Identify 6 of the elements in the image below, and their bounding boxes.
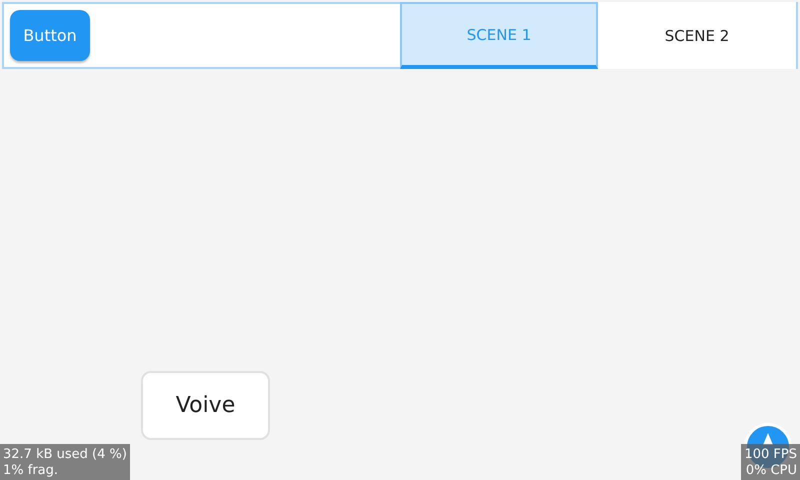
- scene-tab[interactable]: SCENE 2: [598, 2, 796, 69]
- memory-text: 1% frag.: [3, 463, 60, 479]
- performance-text: 0% CPU: [746, 463, 797, 479]
- voive-button[interactable]: Voive: [141, 371, 270, 440]
- memory-text: 32.7 kB used (4 %): [3, 447, 127, 463]
- performance-text: 100 FPS: [744, 447, 797, 463]
